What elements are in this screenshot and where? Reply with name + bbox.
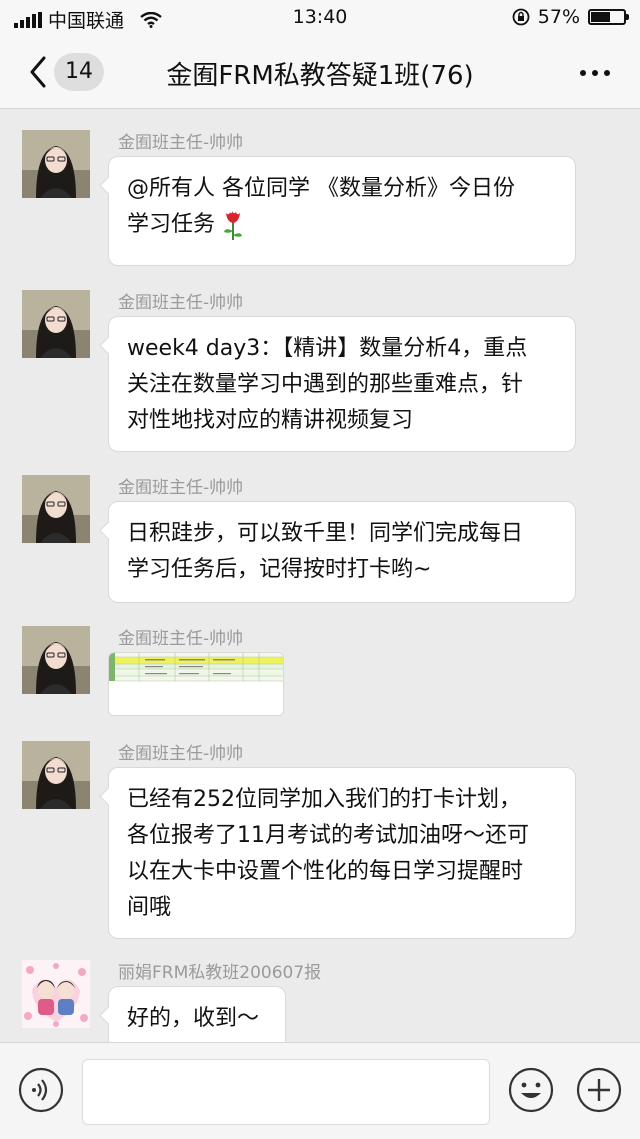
avatar[interactable] xyxy=(22,475,90,543)
message-line: 好的，收到～ xyxy=(127,1006,260,1031)
message-line: 间哦 xyxy=(127,895,172,920)
message-bubble[interactable]: 已经有252位同学加入我们的打卡计划， 各位报考了11月考试的考试加油呀～还可 … xyxy=(108,767,576,939)
sender-name: 金囿班主任-帅帅 xyxy=(118,478,244,498)
message-input[interactable] xyxy=(82,1059,490,1125)
message-line: 关注在数量学习中遇到的那些重难点，针 xyxy=(127,372,524,397)
battery-percent: 57% xyxy=(537,6,580,28)
message-line: 对性地找对应的精讲视频复习 xyxy=(127,408,414,433)
chat-title: 金囿FRM私教答疑1班(76) xyxy=(166,61,474,91)
status-bar: 中国联通 13:40 57% xyxy=(0,0,640,36)
sender-name: 金囿班主任-帅帅 xyxy=(118,629,244,649)
more-menu-icon[interactable] xyxy=(580,70,610,76)
spreadsheet-image-thumbnail[interactable] xyxy=(108,652,284,716)
message-line: 以在大卡中设置个性化的每日学习提醒时 xyxy=(127,859,524,884)
avatar[interactable] xyxy=(22,741,90,809)
voice-icon[interactable] xyxy=(18,1067,64,1113)
rose-emoji-icon xyxy=(224,211,243,240)
plus-icon[interactable] xyxy=(576,1067,622,1113)
chat-header: 14 金囿FRM私教答疑1班(76) xyxy=(0,36,640,109)
message-line: 各位报考了11月考试的考试加油呀～还可 xyxy=(127,823,529,848)
message-bubble[interactable]: week4 day3：【精讲】数量分析4，重点 关注在数量学习中遇到的那些重难点… xyxy=(108,316,576,452)
message-bubble[interactable]: 日积跬步，可以致千里！同学们完成每日 学习任务后，记得按时打卡哟~ xyxy=(108,501,576,603)
sender-name: 金囿班主任-帅帅 xyxy=(118,293,244,313)
emoji-icon[interactable] xyxy=(508,1067,554,1113)
avatar[interactable] xyxy=(22,960,90,1028)
message-bubble[interactable]: @所有人 各位同学 《数量分析》今日份 学习任务 xyxy=(108,156,576,266)
avatar[interactable] xyxy=(22,290,90,358)
message-line: @所有人 各位同学 《数量分析》今日份 xyxy=(127,176,515,201)
avatar[interactable] xyxy=(22,626,90,694)
sender-name: 金囿班主任-帅帅 xyxy=(118,744,244,764)
message-line: 学习任务后，记得按时打卡哟~ xyxy=(127,557,432,582)
message-line: week4 day3：【精讲】数量分析4，重点 xyxy=(127,336,528,361)
sender-name: 丽娟FRM私教班200607报 xyxy=(118,963,322,983)
input-bar xyxy=(0,1042,640,1139)
message-line: 已经有252位同学加入我们的打卡计划， xyxy=(127,787,521,812)
rotation-lock-icon xyxy=(512,8,530,26)
status-right: 57% xyxy=(512,6,629,28)
unread-count-badge[interactable]: 14 xyxy=(54,53,104,91)
message-line: 学习任务 xyxy=(127,207,557,243)
avatar[interactable] xyxy=(22,130,90,198)
message-line: 日积跬步，可以致千里！同学们完成每日 xyxy=(127,521,524,546)
sender-name: 金囿班主任-帅帅 xyxy=(118,133,244,153)
battery-icon xyxy=(588,9,629,25)
